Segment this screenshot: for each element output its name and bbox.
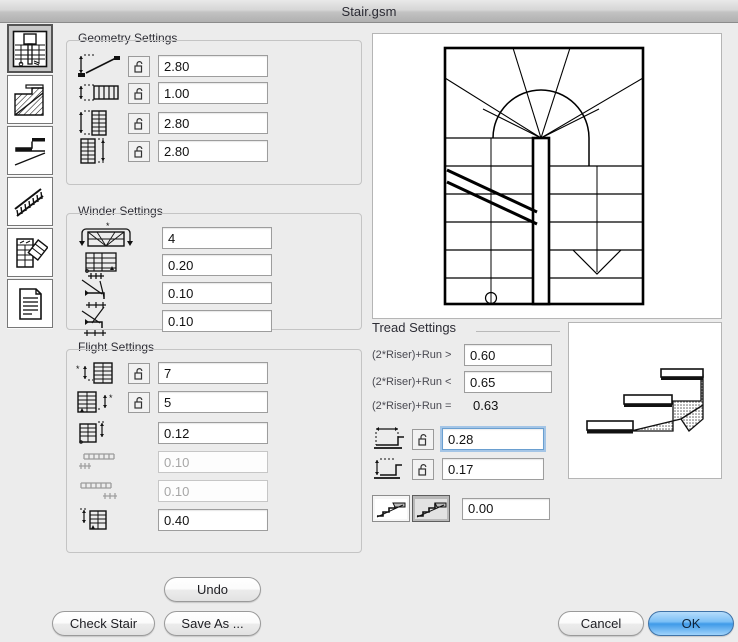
flight-lock-0[interactable]: [128, 362, 150, 384]
save-as-button[interactable]: Save As ...: [164, 611, 261, 636]
flight-step-height-icon: [76, 419, 128, 447]
tread-dimension-row-1: 0.17: [372, 455, 562, 483]
tread-settings-rule: [476, 331, 560, 332]
window-title: Stair.gsm: [341, 3, 397, 19]
winder-row-3: 0.10: [74, 305, 354, 337]
sidebar-item-stair-plan[interactable]: [7, 24, 53, 73]
stair-total-length-icon: [76, 136, 128, 166]
flight-row-5: 0.40: [76, 506, 352, 534]
nosing-flush-button[interactable]: [372, 495, 410, 522]
stair-settings-dialog: Stair.gsm Geometry Settings 2.80 1.00 2.…: [0, 0, 738, 642]
geometry-field-0[interactable]: 2.80: [158, 55, 268, 77]
tread-formula-label-2: (2*Riser)+Run =: [372, 399, 452, 412]
stair-width-icon: [76, 80, 128, 106]
geometry-row-3: 2.80: [76, 136, 352, 166]
tread-run-icon: [372, 425, 412, 453]
sidebar-item-stair-railing[interactable]: [7, 177, 53, 226]
sidebar-item-stair-winder[interactable]: [7, 228, 53, 277]
document-icon: [12, 284, 48, 323]
geometry-field-3[interactable]: 2.80: [158, 140, 268, 162]
flight-row-3: 0.10: [76, 448, 352, 476]
stair-landing-icon: [12, 131, 48, 170]
stair-length-plan-icon: [76, 108, 128, 138]
geometry-lock-1[interactable]: [128, 82, 150, 104]
geometry-field-1[interactable]: 1.00: [158, 82, 268, 104]
page-selector-rail: [7, 24, 53, 330]
sidebar-item-stair-landing[interactable]: [7, 126, 53, 175]
winder-field-3[interactable]: 0.10: [162, 310, 272, 332]
stair-railing-icon: [12, 182, 48, 221]
risers-down-icon: *: [76, 389, 128, 415]
tread-settings-title: Tread Settings: [372, 320, 457, 335]
tread-run-field[interactable]: 0.28: [442, 428, 544, 450]
flight-lock-1[interactable]: [128, 391, 150, 413]
sidebar-item-stair-listing[interactable]: [7, 279, 53, 328]
flight-field-2[interactable]: 0.12: [158, 422, 268, 444]
svg-text:*: *: [76, 364, 80, 374]
winder-outer-goings-icon: [74, 305, 162, 337]
cancel-button[interactable]: Cancel: [558, 611, 644, 636]
tread-lock-0[interactable]: [412, 428, 434, 450]
ok-button[interactable]: OK: [648, 611, 734, 636]
tread-formula-row-2: (2*Riser)+Run = 0.63: [372, 398, 562, 413]
tread-settings-section: Tread Settings (2*Riser)+Run > 0.60 (2*R…: [372, 320, 562, 522]
flight-settings-group: Flight Settings * 7 * 5 0.12 0.10 0.10 0…: [66, 340, 362, 553]
tread-lock-1[interactable]: [412, 458, 434, 480]
winder-field-1[interactable]: 0.20: [162, 254, 272, 276]
flight-field-1[interactable]: 5: [158, 391, 268, 413]
flight-end-offset-icon: [76, 477, 128, 505]
winder-field-2[interactable]: 0.10: [162, 282, 272, 304]
geometry-lock-3[interactable]: [128, 140, 150, 162]
stair-winder-icon: [12, 233, 48, 272]
stair-plan-preview: [372, 33, 722, 319]
flight-field-5[interactable]: 0.40: [158, 509, 268, 531]
tread-formula-field-0[interactable]: 0.60: [464, 344, 552, 366]
geometry-row-1: 1.00: [76, 80, 352, 106]
tread-formula-label-1: (2*Riser)+Run <: [372, 376, 452, 388]
geometry-row-2: 2.80: [76, 108, 352, 138]
flight-landing-depth-icon: [76, 506, 128, 534]
tread-nosing-field[interactable]: 0.00: [462, 497, 550, 520]
tread-riser-icon: [372, 455, 412, 483]
flight-row-2: 0.12: [76, 419, 352, 447]
flight-field-0[interactable]: 7: [158, 362, 268, 384]
flight-field-4[interactable]: 0.10: [158, 480, 268, 502]
tread-formula-row-1: (2*Riser)+Run < 0.65: [372, 371, 562, 393]
tread-formula-label-0: (2*Riser)+Run >: [372, 349, 452, 361]
tread-formula-row-0: (2*Riser)+Run > 0.60: [372, 344, 562, 366]
stair-plan-icon: [12, 30, 48, 68]
risers-up-icon: *: [76, 360, 128, 386]
undo-button[interactable]: Undo: [164, 577, 261, 602]
flight-field-3[interactable]: 0.10: [158, 451, 268, 473]
flight-row-0: * 7: [76, 360, 352, 386]
check-stair-button[interactable]: Check Stair: [52, 611, 155, 636]
flight-row-1: * 5: [76, 389, 352, 415]
tread-nosing-row: 0.00: [372, 495, 562, 522]
tread-formula-value-2: 0.63: [473, 398, 499, 413]
stair-height-run-icon: [76, 53, 128, 79]
nosing-overhang-button[interactable]: [412, 495, 450, 522]
winder-field-0[interactable]: 4: [162, 227, 272, 249]
flight-start-offset-icon: [76, 448, 128, 476]
tread-riser-field[interactable]: 0.17: [442, 458, 544, 480]
sidebar-item-stair-section[interactable]: [7, 75, 53, 124]
geometry-lock-2[interactable]: [128, 112, 150, 134]
winder-settings-group: Winder Settings * 4 0.20 0.10 0.10: [66, 204, 362, 336]
tread-formula-field-1[interactable]: 0.65: [464, 371, 552, 393]
flight-row-4: 0.10: [76, 477, 352, 505]
tread-dimension-row-0: 0.28: [372, 425, 562, 453]
geometry-lock-0[interactable]: [128, 55, 150, 77]
svg-text:*: *: [109, 393, 113, 403]
geometry-field-2[interactable]: 2.80: [158, 112, 268, 134]
geometry-settings-group: Geometry Settings 2.80 1.00 2.80 2.80: [66, 31, 362, 185]
geometry-row-0: 2.80: [76, 53, 352, 79]
tread-detail-preview: [568, 322, 722, 479]
window-titlebar: Stair.gsm: [0, 0, 738, 23]
stair-section-icon: [12, 80, 48, 119]
